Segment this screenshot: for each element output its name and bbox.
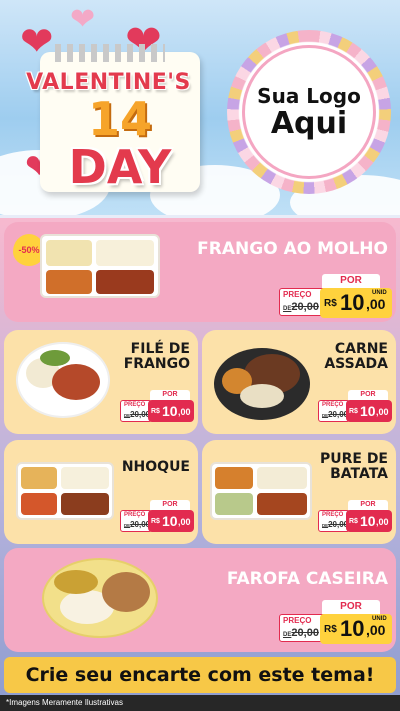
por-label: POR: [322, 600, 380, 614]
currency-label: R$: [151, 518, 160, 525]
food-image: [210, 462, 312, 520]
logo-text-line1: Sua Logo: [257, 84, 361, 109]
preco-label: PREÇO: [322, 402, 344, 408]
new-price-box: R$ 10 ,00: [346, 400, 392, 422]
food-potato: [21, 467, 57, 489]
old-price-value: 20,00: [291, 627, 319, 639]
old-price-box: PREÇO DE20,00: [279, 614, 325, 642]
food-farofa: [102, 572, 150, 612]
logo-circle: Sua Logo Aqui: [242, 45, 376, 179]
food-chicken: [52, 364, 100, 400]
price-decimal: ,00: [178, 517, 191, 527]
currency-label: R$: [349, 518, 358, 525]
product-card-pure-de-batata: PURE DE BATATA POR PREÇO DE20,00 R$ 10 ,…: [202, 440, 396, 544]
food-pure: [257, 467, 307, 489]
old-price: DE20,00: [124, 410, 150, 419]
currency-label: R$: [324, 298, 337, 309]
food-image: [16, 342, 110, 418]
preco-label: PREÇO: [283, 290, 312, 299]
currency-label: R$: [349, 408, 358, 415]
old-price-value: 20,00: [291, 301, 319, 313]
price-decimal: ,00: [366, 622, 386, 638]
unit-label: UNID: [372, 616, 387, 622]
food-image: [42, 558, 158, 638]
food-image: [40, 234, 160, 298]
food-salad: [215, 493, 253, 515]
price-integer: 10: [340, 616, 365, 641]
food-salad: [40, 350, 70, 366]
price-integer: 10: [162, 403, 178, 419]
food-image: [16, 462, 114, 520]
por-label: POR: [150, 500, 190, 510]
food-rice: [215, 467, 253, 489]
food-salad: [54, 570, 98, 594]
unit-label: UNID: [372, 290, 387, 296]
new-price-box: R$ 10 ,00 UNID: [320, 288, 392, 318]
por-label: POR: [348, 390, 388, 400]
preco-label: PREÇO: [124, 512, 146, 518]
new-price-box: R$ 10 ,00: [346, 510, 392, 532]
currency-label: R$: [324, 624, 337, 635]
price-integer: 10: [360, 403, 376, 419]
product-name: CARNE ASSADA: [324, 341, 388, 373]
price-integer: 10: [162, 513, 178, 529]
product-name: FRANGO AO MOLHO: [197, 239, 388, 259]
logo-text-line2: Aqui: [270, 106, 348, 142]
cta-banner[interactable]: Crie seu encarte com este tema!: [4, 657, 396, 693]
product-card-file-de-frango: FILÉ DE FRANGO POR PREÇO DE20,00 R$ 10 ,…: [4, 330, 198, 434]
product-name: FILÉ DE FRANGO: [123, 341, 190, 373]
product-card-nhoque: NHOQUE POR PREÇO DE20,00 R$ 10 ,00: [4, 440, 198, 544]
logo-placeholder: Sua Logo Aqui: [227, 30, 391, 194]
preco-label: PREÇO: [124, 402, 146, 408]
old-price: DE20,00: [283, 627, 319, 639]
preco-label: PREÇO: [283, 616, 312, 625]
product-card-frango-ao-molho: -50% FRANGO AO MOLHO POR PREÇO DE20,00 R…: [4, 222, 396, 322]
food-meat: [61, 493, 109, 515]
price-decimal: ,00: [376, 407, 389, 417]
calendar-rings: [55, 44, 165, 62]
old-price: DE20,00: [283, 301, 319, 313]
new-price-box: R$ 10 ,00 UNID: [320, 614, 392, 644]
valentines-day: DAY: [68, 140, 172, 194]
price-decimal: ,00: [178, 407, 191, 417]
por-label: POR: [150, 390, 190, 400]
food-rice: [96, 240, 154, 266]
header-banner: ❤ ❤ ❤ ❤ VALENTINE'S 14 DAY Sua Logo Aqui: [0, 0, 400, 215]
product-card-carne-assada: CARNE ASSADA POR PREÇO DE20,00 R$ 10 ,00: [202, 330, 396, 434]
price-integer: 10: [360, 513, 376, 529]
old-price: DE20,00: [322, 410, 348, 419]
food-chicken: [96, 270, 154, 294]
product-name: PURE DE BATATA: [319, 451, 388, 483]
heart-icon: ❤: [70, 3, 96, 36]
new-price-box: R$ 10 ,00: [148, 510, 194, 532]
food-nhoque: [21, 493, 57, 515]
por-label: POR: [348, 500, 388, 510]
price-decimal: ,00: [366, 296, 386, 312]
currency-label: R$: [151, 408, 160, 415]
product-name: FAROFA CASEIRA: [226, 569, 388, 589]
valentines-number: 14: [87, 92, 152, 146]
food-beans: [46, 270, 92, 294]
por-label: POR: [322, 274, 380, 288]
food-rice: [46, 240, 92, 266]
new-price-box: R$ 10 ,00: [148, 400, 194, 422]
price-integer: 10: [340, 290, 365, 315]
old-price-box: PREÇO DE20,00: [279, 288, 325, 316]
food-rice: [61, 467, 109, 489]
food-meat: [257, 493, 307, 515]
food-image: [214, 348, 310, 420]
footer-disclaimer: *Imagens Meramente Ilustrativas: [0, 695, 400, 711]
product-name: NHOQUE: [121, 459, 190, 475]
old-price: DE20,00: [124, 520, 150, 529]
price-decimal: ,00: [376, 517, 389, 527]
product-card-farofa-caseira: FAROFA CASEIRA POR PREÇO DE20,00 R$ 10 ,…: [4, 548, 396, 652]
food-rice: [240, 384, 284, 408]
preco-label: PREÇO: [322, 512, 344, 518]
old-price: DE20,00: [322, 520, 348, 529]
